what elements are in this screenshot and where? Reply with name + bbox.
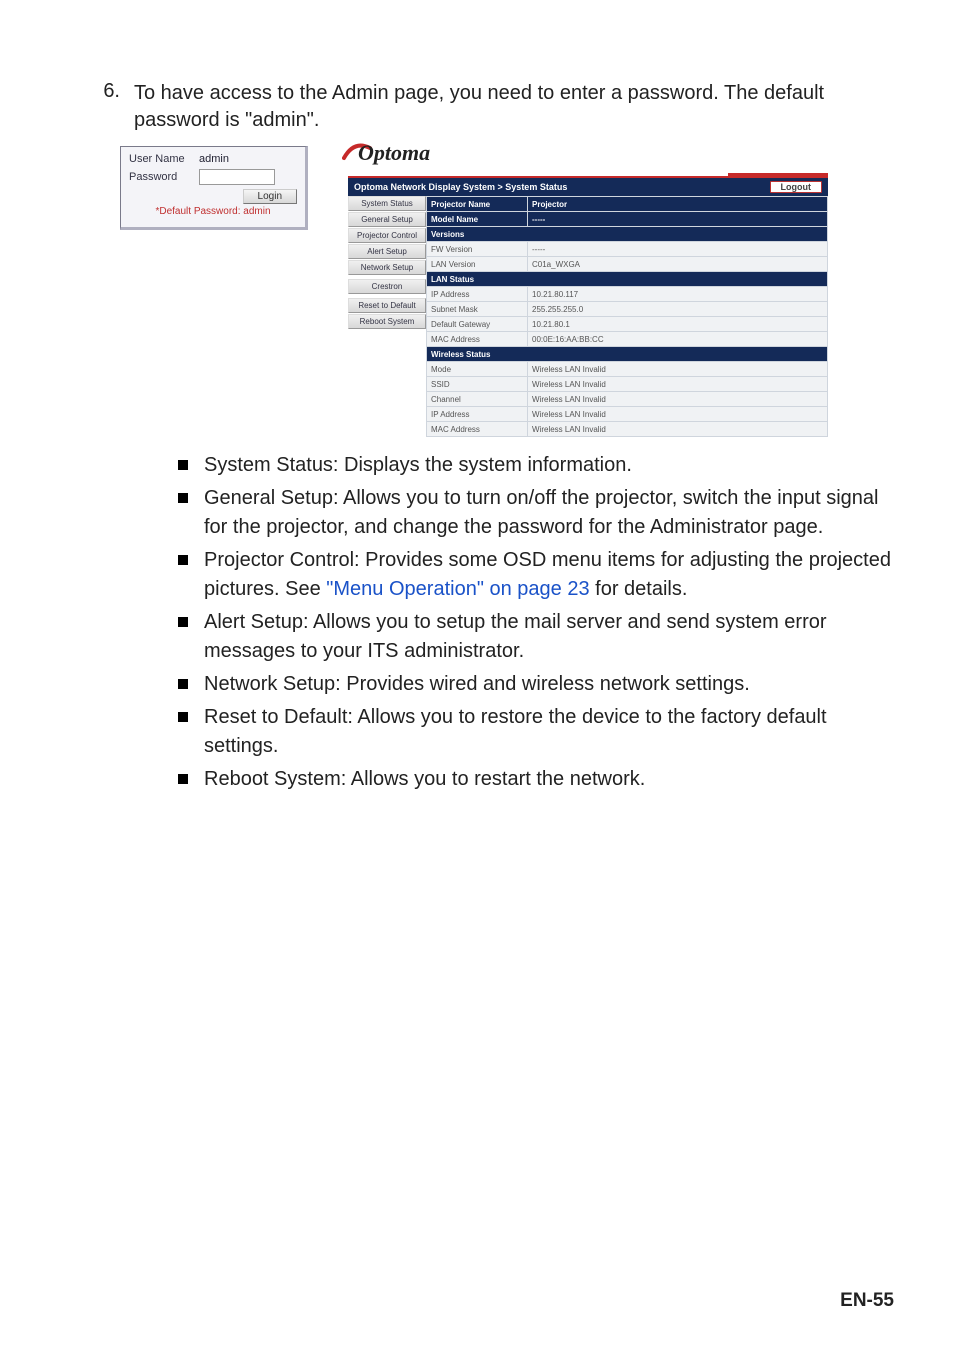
sidebar-item-reset-to-default[interactable]: Reset to Default <box>348 298 426 313</box>
password-label: Password <box>129 171 199 183</box>
status-value: Wireless LAN Invalid <box>528 407 828 422</box>
bullet-text-span: Reboot System: Allows you to restart the… <box>204 768 645 790</box>
logout-button[interactable]: Logout <box>770 181 823 193</box>
bullet-text-span: Alert Setup: Allows you to setup the mai… <box>204 611 827 662</box>
step-number: 6. <box>60 80 134 134</box>
sidebar-item-crestron[interactable]: Crestron <box>348 279 426 294</box>
page-number: EN-55 <box>840 1290 894 1312</box>
password-input[interactable] <box>199 169 275 185</box>
bullet-text: System Status: Displays the system infor… <box>204 451 894 480</box>
status-section-header: LAN Status <box>427 272 828 287</box>
bullet-square-icon <box>178 679 188 689</box>
bullet-square-icon <box>178 617 188 627</box>
status-key: Subnet Mask <box>427 302 528 317</box>
bullet-text-span: System Status: Displays the system infor… <box>204 454 632 476</box>
login-panel: User Name admin Password Login *Default … <box>120 146 308 230</box>
username-value: admin <box>199 153 229 165</box>
step-text: To have access to the Admin page, you ne… <box>134 80 894 134</box>
status-value: 255.255.255.0 <box>528 302 828 317</box>
admin-sidebar: System StatusGeneral SetupProjector Cont… <box>348 196 426 437</box>
username-label: User Name <box>129 153 199 165</box>
status-value: Wireless LAN Invalid <box>528 362 828 377</box>
status-key: IP Address <box>427 407 528 422</box>
status-value: ----- <box>528 242 828 257</box>
sidebar-item-reboot-system[interactable]: Reboot System <box>348 314 426 329</box>
status-value: 10.21.80.117 <box>528 287 828 302</box>
status-value: Wireless LAN Invalid <box>528 422 828 437</box>
step-text-b: "admin" <box>245 109 314 131</box>
status-value: 10.21.80.1 <box>528 317 828 332</box>
bullet-text: Projector Control: Provides some OSD men… <box>204 546 894 604</box>
default-password-note: *Default Password: admin <box>129 206 297 217</box>
status-section-header: Wireless Status <box>427 347 828 362</box>
status-value: Wireless LAN Invalid <box>528 377 828 392</box>
step-text-a: To have access to the Admin page, you ne… <box>134 82 824 131</box>
bullet-text: General Setup: Allows you to turn on/off… <box>204 484 894 542</box>
feature-bullets: System Status: Displays the system infor… <box>178 451 894 794</box>
step-text-c: . <box>314 109 320 131</box>
sidebar-item-alert-setup[interactable]: Alert Setup <box>348 244 426 259</box>
bullet-text-span: Reset to Default: Allows you to restore … <box>204 706 827 757</box>
status-section-header: Versions <box>427 227 828 242</box>
sidebar-item-network-setup[interactable]: Network Setup <box>348 260 426 275</box>
status-key: MAC Address <box>427 332 528 347</box>
status-key: Model Name <box>427 212 528 227</box>
bullet-square-icon <box>178 712 188 722</box>
status-key: Mode <box>427 362 528 377</box>
status-value: ----- <box>528 212 828 227</box>
login-button[interactable]: Login <box>243 189 297 204</box>
status-key: SSID <box>427 377 528 392</box>
bullet-square-icon <box>178 493 188 503</box>
sidebar-item-projector-control[interactable]: Projector Control <box>348 228 426 243</box>
breadcrumb: Optoma Network Display System > System S… <box>354 182 567 192</box>
admin-panel: Optoma Optoma Optoma Network Display Sys… <box>348 146 828 437</box>
optoma-logo: Optoma Optoma <box>348 146 828 172</box>
status-key: Channel <box>427 392 528 407</box>
svg-text:Optoma: Optoma <box>358 140 430 165</box>
bullet-square-icon <box>178 555 188 565</box>
bullet-square-icon <box>178 460 188 470</box>
bullet-text-span: General Setup: Allows you to turn on/off… <box>204 487 878 538</box>
bullet-text: Reset to Default: Allows you to restore … <box>204 703 894 761</box>
bullet-text: Reboot System: Allows you to restart the… <box>204 765 894 794</box>
status-value: C01a_WXGA <box>528 257 828 272</box>
sidebar-item-system-status[interactable]: System Status <box>348 196 426 211</box>
status-key: IP Address <box>427 287 528 302</box>
status-key: FW Version <box>427 242 528 257</box>
bullet-square-icon <box>178 774 188 784</box>
status-key: LAN Version <box>427 257 528 272</box>
status-table: Projector NameProjectorModel Name-----Ve… <box>426 196 828 437</box>
status-value: Wireless LAN Invalid <box>528 392 828 407</box>
bullet-text-span: for details. <box>590 578 688 600</box>
status-key: MAC Address <box>427 422 528 437</box>
status-value: 00:0E:16:AA:BB:CC <box>528 332 828 347</box>
bullet-text: Alert Setup: Allows you to setup the mai… <box>204 608 894 666</box>
cross-reference-link[interactable]: "Menu Operation" on page 23 <box>326 578 589 600</box>
bullet-text-span: Network Setup: Provides wired and wirele… <box>204 673 750 695</box>
status-key: Projector Name <box>427 197 528 212</box>
bullet-text: Network Setup: Provides wired and wirele… <box>204 670 894 699</box>
accent-bar <box>728 173 828 178</box>
status-value: Projector <box>528 197 828 212</box>
status-key: Default Gateway <box>427 317 528 332</box>
sidebar-item-general-setup[interactable]: General Setup <box>348 212 426 227</box>
